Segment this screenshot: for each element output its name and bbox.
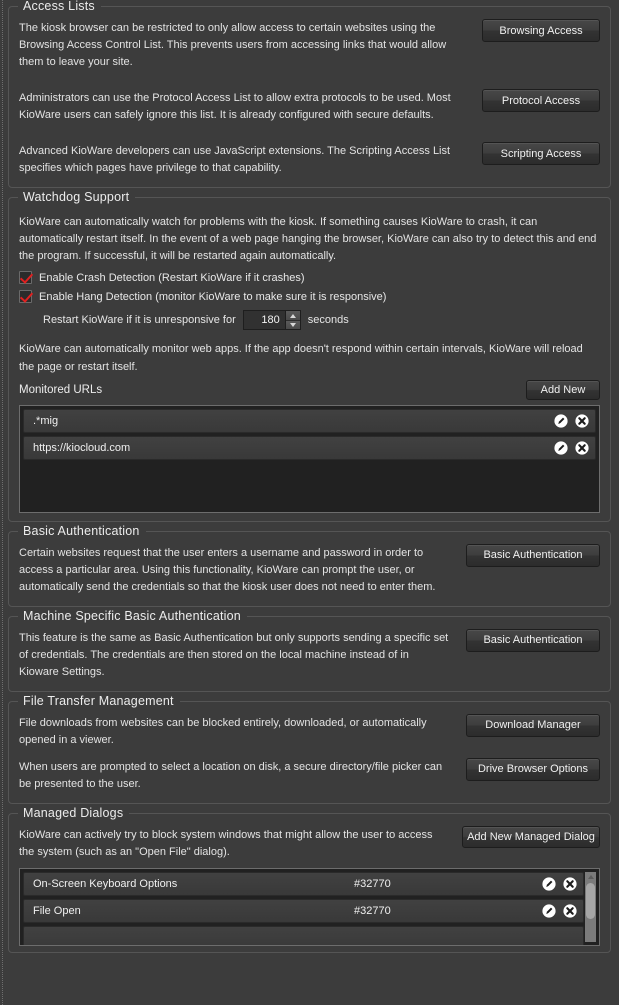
protocol-access-button[interactable]: Protocol Access [482,89,600,113]
access-protocol-button-col: Protocol Access [482,89,600,113]
access-scripting-description: Advanced KioWare developers can use Java… [19,145,451,175]
access-row-scripting: Advanced KioWare developers can use Java… [19,142,600,177]
row-actions [534,904,577,918]
managed-dialog-id: #32770 [354,905,391,918]
table-row[interactable]: File Open #32770 [23,899,584,924]
basic-auth-row: Certain websites request that the user e… [19,543,600,596]
download-manager-description: File downloads from websites can be bloc… [19,716,427,746]
crash-detection-label: Enable Crash Detection (Restart KioWare … [39,271,305,284]
group-title-file-transfer: File Transfer Management [18,693,180,708]
group-title-basic-auth: Basic Authentication [18,523,146,538]
hang-detection-checkbox[interactable] [19,290,32,304]
access-row-browsing: The kiosk browser can be restricted to o… [19,19,600,71]
basic-auth-description: Certain websites request that the user e… [19,546,436,593]
group-title-access-lists: Access Lists [18,0,101,13]
delete-icon[interactable] [563,877,577,891]
monitored-url-text: .*mig [33,414,59,427]
list-item[interactable]: .*mig [23,408,596,433]
delete-icon[interactable] [563,904,577,918]
group-basic-authentication: Basic Authentication Certain websites re… [8,523,611,607]
machine-basic-auth-description: This feature is the same as Basic Authen… [19,631,449,678]
managed-dialog-name: On-Screen Keyboard Options [33,878,178,891]
managed-dialogs-rows: On-Screen Keyboard Options #32770 File O… [23,872,596,946]
unresponsive-timeout-row: Restart KioWare if it is unresponsive fo… [43,310,600,331]
file-transfer-row-download: File downloads from websites can be bloc… [19,713,600,749]
unresponsive-label-after: seconds [307,314,349,327]
drive-browser-button-col: Drive Browser Options [466,757,600,781]
hang-detection-label: Enable Hang Detection (monitor KioWare t… [39,290,387,303]
access-browsing-description: The kiosk browser can be restricted to o… [19,22,447,69]
managed-dialog-id: #32770 [354,878,391,891]
file-transfer-row-drive: When users are prompted to select a loca… [19,757,600,793]
drive-browser-description: When users are prompted to select a loca… [19,760,443,790]
machine-basic-authentication-button[interactable]: Basic Authentication [466,628,600,652]
crash-detection-row[interactable]: Enable Crash Detection (Restart KioWare … [19,271,600,285]
chevron-up-icon [587,875,594,880]
spinner-down-button[interactable] [285,320,300,330]
group-title-managed-dialogs: Managed Dialogs [18,806,130,821]
group-title-watchdog: Watchdog Support [18,190,136,205]
group-title-machine-basic-auth: Machine Specific Basic Authentication [18,608,247,623]
managed-dialog-name: File Open [33,905,81,918]
monitored-url-text: https://kiocloud.com [33,441,131,454]
group-managed-dialogs: Managed Dialogs KioWare can actively try… [8,806,611,954]
spinner-up-button[interactable] [285,311,300,321]
basic-auth-button-col: Basic Authentication [466,543,600,567]
watchdog-monitor-note: KioWare can automatically monitor web ap… [19,343,583,373]
group-file-transfer-management: File Transfer Management File downloads … [8,693,611,805]
group-watchdog-support: Watchdog Support KioWare can automatical… [8,190,611,522]
add-new-managed-dialog-button[interactable]: Add New Managed Dialog [462,826,600,849]
table-row[interactable]: On-Screen Keyboard Options #32770 [23,872,584,897]
edit-icon[interactable] [554,440,568,455]
monitored-urls-label: Monitored URLs [19,383,103,396]
edit-icon[interactable] [542,877,556,891]
watchdog-intro-text: KioWare can automatically watch for prob… [19,216,597,263]
scrollbar-up-button[interactable] [585,872,596,882]
row-actions [534,877,577,891]
access-protocol-description: Administrators can use the Protocol Acce… [19,92,451,122]
list-item[interactable]: https://kiocloud.com [23,435,596,460]
table-row[interactable] [23,926,584,946]
delete-icon[interactable] [575,413,589,428]
spinner-buttons [285,311,300,330]
access-browsing-button-col: Browsing Access [482,19,600,42]
row-actions [546,413,589,428]
unresponsive-seconds-input[interactable]: 180 [243,311,286,330]
edit-icon[interactable] [554,413,568,428]
crash-detection-checkbox[interactable] [19,271,32,285]
managed-dialogs-description: KioWare can actively try to block system… [19,829,433,859]
group-machine-basic-authentication: Machine Specific Basic Authentication Th… [8,608,611,692]
access-row-protocol: Administrators can use the Protocol Acce… [19,89,600,124]
managed-dialogs-row: KioWare can actively try to block system… [19,826,600,861]
managed-dialogs-button-col: Add New Managed Dialog [462,826,600,849]
focus-edge [2,0,3,1005]
chevron-up-icon [289,313,296,318]
scrollbar-thumb[interactable] [586,883,595,920]
access-scripting-button-col: Scripting Access [482,142,600,166]
managed-dialogs-scrollbar[interactable] [585,872,596,943]
edit-icon[interactable] [542,904,556,918]
basic-authentication-button[interactable]: Basic Authentication [466,543,600,567]
download-manager-button[interactable]: Download Manager [466,713,600,737]
group-access-lists: Access Lists The kiosk browser can be re… [8,0,611,189]
row-actions [546,440,589,455]
add-new-url-button[interactable]: Add New [526,379,600,400]
unresponsive-label-before: Restart KioWare if it is unresponsive fo… [43,314,236,327]
settings-page: Access Lists The kiosk browser can be re… [0,0,619,954]
hang-detection-row[interactable]: Enable Hang Detection (monitor KioWare t… [19,290,600,304]
machine-basic-auth-button-col: Basic Authentication [466,628,600,652]
download-manager-button-col: Download Manager [466,713,600,737]
monitored-urls-listbox[interactable]: .*mig https://kiocloud.com [19,404,600,513]
drive-browser-options-button[interactable]: Drive Browser Options [466,757,600,781]
unresponsive-seconds-stepper[interactable]: 180 [242,310,301,331]
monitored-urls-header: Monitored URLs Add New [19,379,600,400]
managed-dialogs-listbox[interactable]: On-Screen Keyboard Options #32770 File O… [19,868,600,947]
delete-icon[interactable] [575,440,589,455]
chevron-down-icon [289,323,296,328]
machine-basic-auth-row: This feature is the same as Basic Authen… [19,628,600,681]
scripting-access-button[interactable]: Scripting Access [482,142,600,166]
browsing-access-button[interactable]: Browsing Access [482,19,600,42]
